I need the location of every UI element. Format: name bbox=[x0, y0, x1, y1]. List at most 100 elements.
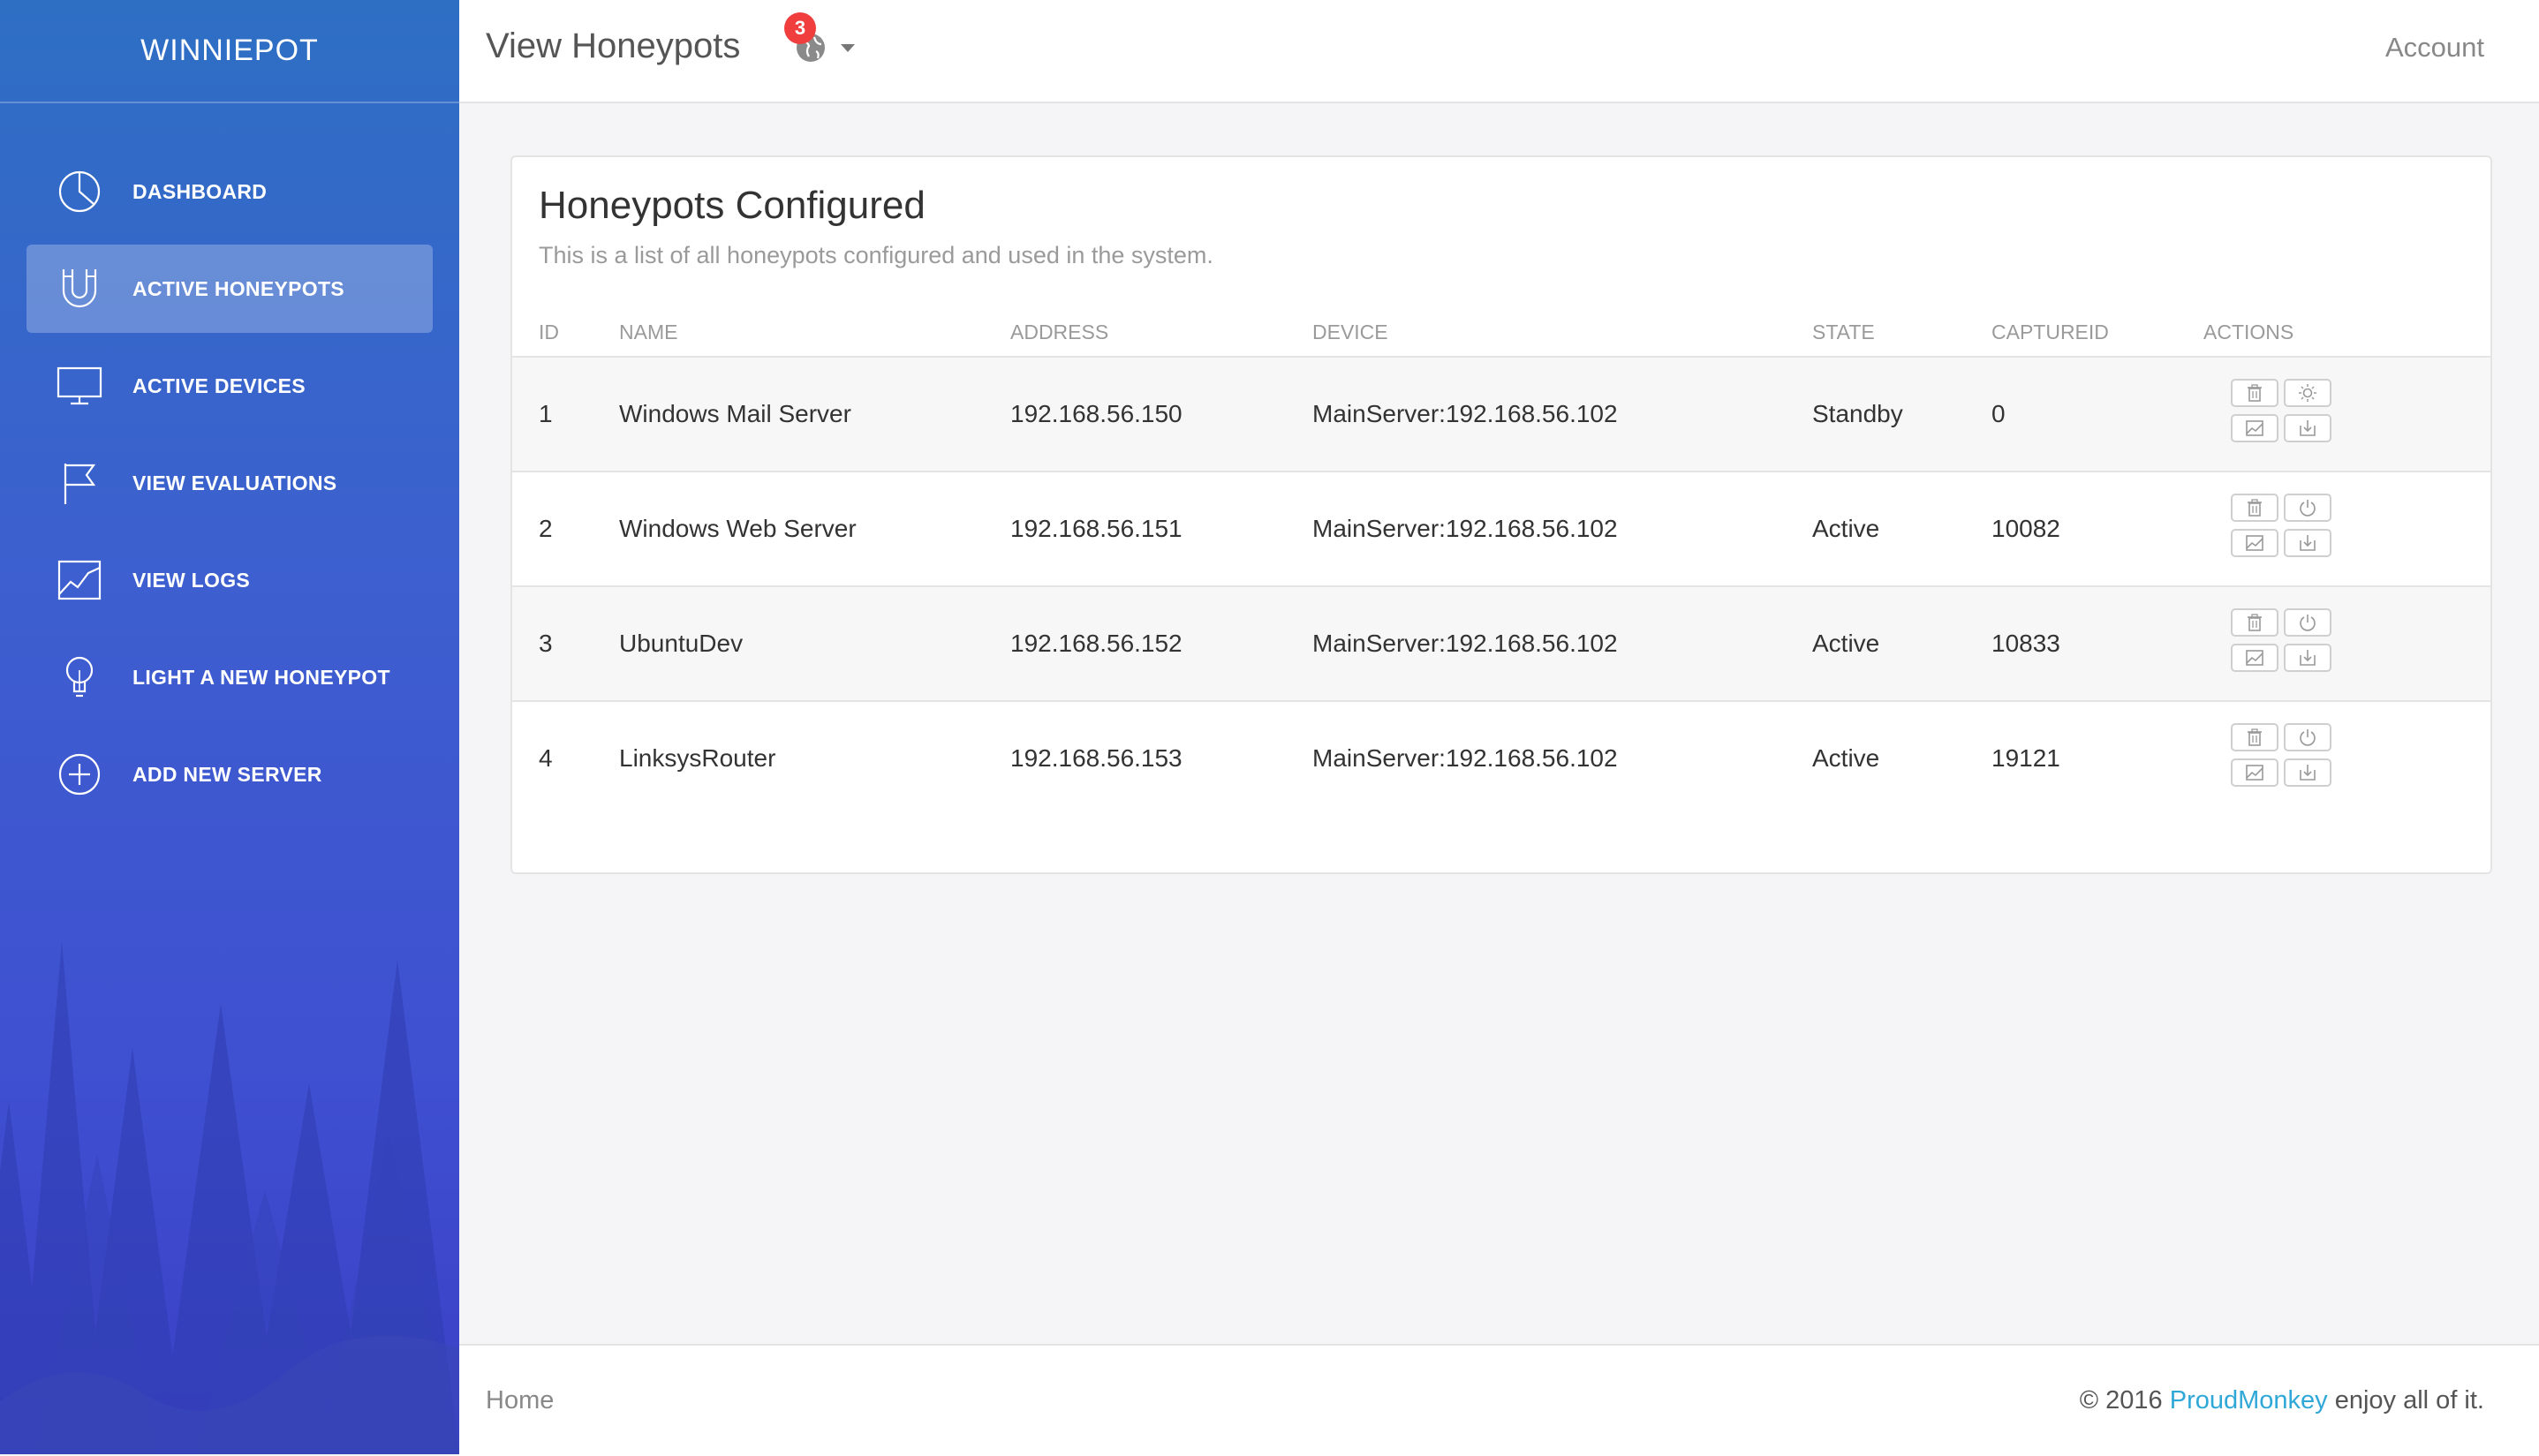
cell-device: MainServer:192.168.56.102 bbox=[1312, 400, 1618, 427]
sidebar-item-dashboard[interactable]: DASHBOARD bbox=[26, 147, 433, 236]
cell-id: 2 bbox=[539, 515, 553, 542]
row-actions bbox=[2231, 494, 2337, 568]
column-header-captureid: CAPTUREID bbox=[1991, 321, 2109, 343]
column-header-id: ID bbox=[539, 321, 559, 343]
cell-name: Windows Mail Server bbox=[619, 400, 851, 427]
copyright-suffix: enjoy all of it. bbox=[2327, 1386, 2484, 1415]
table-header: ID NAME ADDRESS DEVICE STATE CAPTUREID A… bbox=[512, 321, 2490, 358]
cell-state: Active bbox=[1812, 744, 1880, 772]
column-header-device: DEVICE bbox=[1312, 321, 1388, 343]
power-button[interactable] bbox=[2284, 723, 2331, 751]
cell-captureid: 10833 bbox=[1991, 630, 2060, 657]
forest-background-image bbox=[0, 942, 459, 1454]
cell-name: Windows Web Server bbox=[619, 515, 857, 542]
brand-logo[interactable]: WINNIEPOT bbox=[0, 0, 459, 103]
plus-circle-icon bbox=[57, 751, 102, 797]
column-header-name: NAME bbox=[619, 321, 678, 343]
cell-address: 192.168.56.152 bbox=[1010, 630, 1183, 657]
table-row: 1 Windows Mail Server 192.168.56.150 Mai… bbox=[512, 358, 2490, 472]
delete-button[interactable] bbox=[2231, 608, 2278, 637]
cell-state: Active bbox=[1812, 630, 1880, 657]
row-actions bbox=[2231, 608, 2337, 683]
download-button[interactable] bbox=[2284, 529, 2331, 557]
sidebar-item-label: DASHBOARD bbox=[132, 179, 268, 203]
column-header-state: STATE bbox=[1812, 321, 1875, 343]
column-header-actions: ACTIONS bbox=[2203, 321, 2294, 343]
column-header-address: ADDRESS bbox=[1010, 321, 1109, 343]
cell-id: 4 bbox=[539, 744, 553, 772]
cell-captureid: 0 bbox=[1991, 400, 2006, 427]
power-icon bbox=[2300, 615, 2316, 631]
notification-badge[interactable]: 3 bbox=[784, 12, 816, 44]
sidebar-item-active-honeypots[interactable]: ACTIVE HONEYPOTS bbox=[26, 245, 433, 333]
sidebar-item-label: ACTIVE HONEYPOTS bbox=[132, 276, 344, 300]
cell-captureid: 10082 bbox=[1991, 515, 2060, 542]
sidebar-item-add-new-server[interactable]: ADD NEW SERVER bbox=[26, 730, 433, 819]
honeypots-card: Honeypots Configured This is a list of a… bbox=[510, 155, 2492, 874]
trash-icon bbox=[2248, 614, 2262, 631]
view-chart-button[interactable] bbox=[2231, 644, 2278, 672]
account-link[interactable]: Account bbox=[2385, 32, 2484, 64]
sidebar-item-label: ADD NEW SERVER bbox=[132, 762, 322, 786]
sun-icon bbox=[2299, 384, 2316, 402]
sidebar-item-label: VIEW EVALUATIONS bbox=[132, 471, 337, 494]
sidebar-item-label: ACTIVE DEVICES bbox=[132, 373, 306, 397]
footer: Home © 2016 ProudMonkey enjoy all of it. bbox=[459, 1344, 2539, 1456]
lightbulb-icon bbox=[57, 654, 102, 700]
sidebar-item-view-logs[interactable]: VIEW LOGS bbox=[26, 536, 433, 624]
row-actions bbox=[2231, 379, 2337, 453]
sidebar-item-view-evaluations[interactable]: VIEW EVALUATIONS bbox=[26, 439, 433, 527]
cell-name: UbuntuDev bbox=[619, 630, 744, 657]
footer-brand-link[interactable]: ProudMonkey bbox=[2170, 1386, 2328, 1415]
sidebar-nav: DASHBOARD ACTIVE HONEYPOTS ACTIVE DEVICE… bbox=[26, 147, 433, 827]
activate-button[interactable] bbox=[2284, 379, 2331, 407]
download-icon bbox=[2300, 765, 2316, 781]
footer-copyright: © 2016 ProudMonkey enjoy all of it. bbox=[2080, 1386, 2484, 1415]
row-actions bbox=[2231, 723, 2337, 797]
sidebar: WINNIEPOT DASHBOARD ACTIVE HONEYPOTS ACT… bbox=[0, 0, 459, 1454]
download-icon bbox=[2300, 650, 2316, 666]
footer-home-link[interactable]: Home bbox=[486, 1386, 554, 1415]
flag-icon bbox=[57, 460, 102, 506]
sidebar-item-light-new-honeypot[interactable]: LIGHT A NEW HONEYPOT bbox=[26, 633, 433, 721]
cell-name: LinksysRouter bbox=[619, 744, 776, 772]
view-chart-button[interactable] bbox=[2231, 758, 2278, 787]
cell-id: 1 bbox=[539, 400, 553, 427]
trash-icon bbox=[2248, 499, 2262, 517]
cell-device: MainServer:192.168.56.102 bbox=[1312, 744, 1618, 772]
download-button[interactable] bbox=[2284, 644, 2331, 672]
sidebar-item-active-devices[interactable]: ACTIVE DEVICES bbox=[26, 342, 433, 430]
pie-chart-icon bbox=[57, 169, 102, 215]
sidebar-item-label: VIEW LOGS bbox=[132, 568, 251, 592]
table-body: 1 Windows Mail Server 192.168.56.150 Mai… bbox=[512, 358, 2490, 815]
chart-icon bbox=[2246, 765, 2263, 781]
card-title: Honeypots Configured bbox=[539, 184, 926, 227]
sidebar-item-label: LIGHT A NEW HONEYPOT bbox=[132, 665, 390, 689]
chart-icon bbox=[2246, 420, 2263, 436]
cell-state: Standby bbox=[1812, 400, 1903, 427]
magnet-icon bbox=[57, 266, 102, 312]
delete-button[interactable] bbox=[2231, 379, 2278, 407]
power-button[interactable] bbox=[2284, 494, 2331, 522]
power-button[interactable] bbox=[2284, 608, 2331, 637]
trash-icon bbox=[2248, 728, 2262, 746]
cell-device: MainServer:192.168.56.102 bbox=[1312, 515, 1618, 542]
line-chart-icon bbox=[57, 557, 102, 603]
view-chart-button[interactable] bbox=[2231, 529, 2278, 557]
monitor-icon bbox=[57, 363, 102, 409]
download-button[interactable] bbox=[2284, 414, 2331, 442]
download-icon bbox=[2300, 535, 2316, 551]
power-icon bbox=[2300, 729, 2316, 746]
cell-id: 3 bbox=[539, 630, 553, 657]
chevron-down-icon[interactable] bbox=[841, 44, 855, 52]
download-icon bbox=[2300, 420, 2316, 436]
cell-address: 192.168.56.153 bbox=[1010, 744, 1183, 772]
delete-button[interactable] bbox=[2231, 723, 2278, 751]
table-row: 2 Windows Web Server 192.168.56.151 Main… bbox=[512, 472, 2490, 587]
chart-icon bbox=[2246, 535, 2263, 551]
view-chart-button[interactable] bbox=[2231, 414, 2278, 442]
card-subtitle: This is a list of all honeypots configur… bbox=[539, 242, 1213, 268]
delete-button[interactable] bbox=[2231, 494, 2278, 522]
download-button[interactable] bbox=[2284, 758, 2331, 787]
chart-icon bbox=[2246, 650, 2263, 666]
